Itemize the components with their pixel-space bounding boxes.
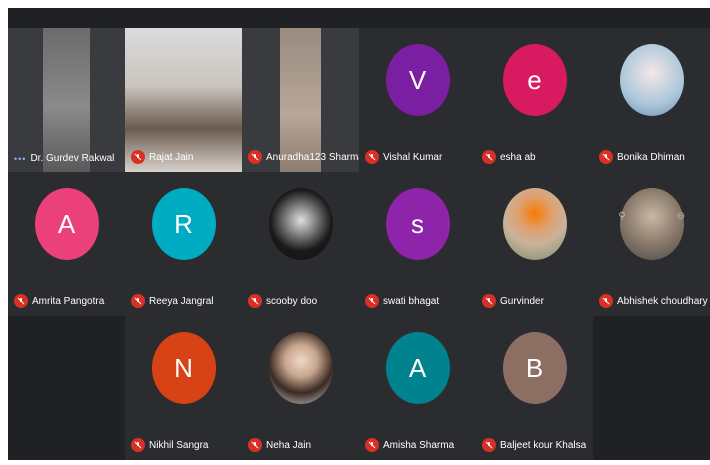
participant-name: Dr. Gurdev Rakwal xyxy=(30,153,115,164)
mic-off-icon xyxy=(599,150,613,164)
avatar: B xyxy=(502,332,567,404)
mic-off-icon xyxy=(248,438,262,452)
avatar xyxy=(502,188,567,260)
participant-name: Bonika Dhiman xyxy=(617,151,685,163)
participant-name: Baljeet kour Khalsa xyxy=(500,439,587,451)
participant-name: Rajat Jain xyxy=(149,151,194,163)
participant-tile[interactable]: s swati bhagat xyxy=(359,172,476,316)
participant-tile[interactable]: B Baljeet kour Khalsa xyxy=(476,316,593,460)
mic-off-icon xyxy=(248,150,262,164)
participant-tile[interactable]: A Amisha Sharma xyxy=(359,316,476,460)
avatar xyxy=(268,332,333,404)
participant-name: swati bhagat xyxy=(383,295,440,307)
pin-icon[interactable]: ⚲ xyxy=(615,202,629,230)
participant-name: Amrita Pangotra xyxy=(32,295,105,307)
mic-off-icon xyxy=(482,150,496,164)
participant-tile[interactable]: Bonika Dhiman xyxy=(593,28,710,172)
mic-off-icon xyxy=(365,294,379,308)
participant-tile[interactable]: Anuradha123 Sharma xyxy=(242,28,359,172)
participant-name: Vishal Kumar xyxy=(383,151,443,163)
avatar: s xyxy=(385,188,450,260)
mic-off-icon xyxy=(365,438,379,452)
more-options-icon[interactable]: ••• xyxy=(14,154,26,164)
avatar: R xyxy=(151,188,216,260)
avatar: A xyxy=(34,188,99,260)
participant-name: Gurvinder xyxy=(500,295,544,307)
participant-tile[interactable]: A Amrita Pangotra xyxy=(8,172,125,316)
mic-off-icon xyxy=(131,150,145,164)
participant-grid: ••• Dr. Gurdev Rakwal Rajat Jain Anuradh… xyxy=(8,28,710,460)
participant-name: Reeya Jangral xyxy=(149,295,214,307)
participant-tile[interactable]: Rajat Jain xyxy=(125,28,242,172)
avatar xyxy=(619,44,684,116)
mic-off-icon xyxy=(131,294,145,308)
mic-off-icon xyxy=(599,294,613,308)
empty-slot xyxy=(8,316,125,460)
participant-tile[interactable]: N Nikhil Sangra xyxy=(125,316,242,460)
mic-off-icon xyxy=(365,150,379,164)
mic-off-icon xyxy=(248,294,262,308)
participant-name: Abhishek choudhary xyxy=(617,295,708,307)
mic-off-icon xyxy=(14,294,28,308)
mic-off-icon xyxy=(131,438,145,452)
participant-tile[interactable]: R Reeya Jangral xyxy=(125,172,242,316)
participant-name: Amisha Sharma xyxy=(383,439,455,451)
mic-off-icon xyxy=(482,438,496,452)
participant-tile[interactable]: ••• Dr. Gurdev Rakwal xyxy=(8,28,125,172)
avatar: V xyxy=(385,44,450,116)
participant-tile[interactable]: e esha ab xyxy=(476,28,593,172)
participant-name: Neha Jain xyxy=(266,439,312,451)
participant-name: Nikhil Sangra xyxy=(149,439,209,451)
avatar: e xyxy=(502,44,567,116)
participant-tile[interactable]: ⚲ ⊖ Abhishek choudhary xyxy=(593,172,710,316)
avatar: A xyxy=(385,332,450,404)
participant-name: Anuradha123 Sharma xyxy=(266,151,359,163)
participant-tile[interactable]: Gurvinder xyxy=(476,172,593,316)
participant-name: scooby doo xyxy=(266,295,318,307)
participant-tile[interactable]: V Vishal Kumar xyxy=(359,28,476,172)
avatar: N xyxy=(151,332,216,404)
participant-tile[interactable]: scooby doo xyxy=(242,172,359,316)
participant-tile[interactable]: Neha Jain xyxy=(242,316,359,460)
mic-off-icon xyxy=(482,294,496,308)
meeting-window: ••• Dr. Gurdev Rakwal Rajat Jain Anuradh… xyxy=(8,8,710,460)
video-feed xyxy=(43,28,90,172)
participant-name: esha ab xyxy=(500,151,536,163)
empty-slot xyxy=(593,316,710,460)
avatar xyxy=(268,188,333,260)
hover-more-icon[interactable]: ⊖ xyxy=(674,202,688,230)
